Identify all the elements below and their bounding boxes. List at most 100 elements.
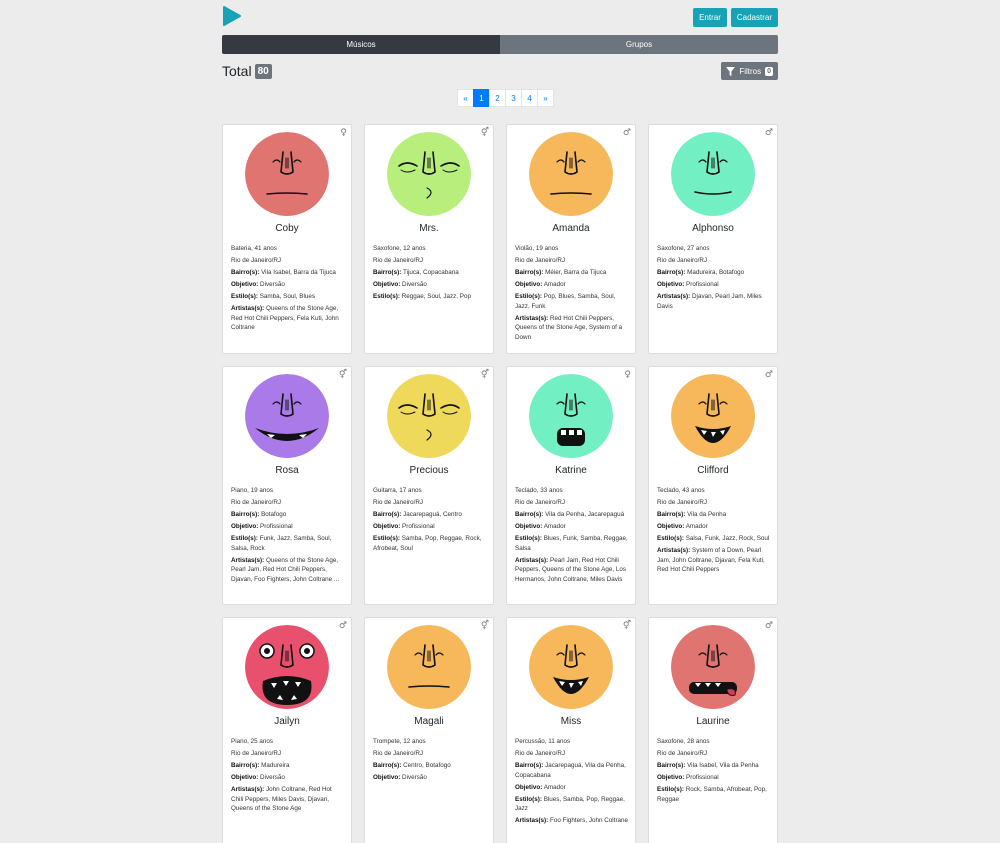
objetivo: Objetivo: Amador (515, 522, 629, 532)
instrument-age: Percussão, 11 anos (515, 738, 571, 745)
estilos-value: Salsa, Funk, Jazz, Rock, Soul (685, 534, 770, 542)
bairros-label: Bairro(s): (515, 510, 544, 518)
musician-name[interactable]: Jailyn (223, 716, 351, 727)
bairros-label: Bairro(s): (515, 268, 544, 276)
page-3[interactable]: 3 (505, 89, 522, 107)
bairros: Bairro(s): Botafogo (231, 510, 345, 520)
musician-name[interactable]: Rosa (223, 465, 351, 476)
tab-groups[interactable]: Grupos (500, 35, 778, 54)
artistas: Artistas(s): Queens of the Stone Age, Pe… (231, 556, 345, 585)
musician-card[interactable]: ♀ Katrine Teclado, 33 anos Rio de Janeiro/R… (506, 366, 636, 605)
artistas-label: Artistas(s): (515, 817, 549, 825)
estilos: Estilo(s): Salsa, Funk, Jazz, Rock, Soul (657, 534, 771, 544)
page-2[interactable]: 2 (489, 89, 506, 107)
page-next[interactable]: » (537, 89, 554, 107)
musician-card[interactable]: ⚥ Magali Trompete, 12 anos Rio de Janeiro/R… (364, 617, 494, 843)
musician-info: Trompete, 12 anos Rio de Janeiro/RJ Bairro… (373, 737, 487, 785)
musician-card[interactable]: ♂ Laurine Saxofone, 28 anos Rio de Janeiro/… (648, 617, 778, 843)
musician-card[interactable]: ⚥ Mrs. Saxofone, 12 anos Rio de Janeiro/RJ B… (364, 124, 494, 354)
total-badge: 80 (254, 63, 272, 79)
avatar[interactable] (245, 625, 329, 709)
filters-button[interactable]: Filtros 0 (721, 62, 778, 80)
avatar[interactable] (245, 374, 329, 458)
artistas: Artistas(s): Queens of the Stone Age, Re… (231, 304, 345, 333)
avatar[interactable] (671, 625, 755, 709)
gender-icon: ♂ (764, 128, 773, 138)
objetivo-value: Amador (543, 783, 566, 791)
objetivo-value: Diversão (260, 773, 285, 781)
pagination: « 1 2 3 4 » (457, 89, 554, 107)
estilos: Estilo(s): Samba, Pop, Reggae, Rock, Afr… (373, 534, 487, 553)
estilos: Estilo(s): Rock, Samba, Afrobeat, Pop, R… (657, 785, 771, 804)
artistas-label: Artistas(s): (657, 292, 691, 300)
musician-name[interactable]: Mrs. (365, 223, 493, 234)
objetivo-value: Profissional (402, 522, 435, 530)
page-4[interactable]: 4 (521, 89, 538, 107)
avatar[interactable] (529, 625, 613, 709)
musician-info: Piano, 19 anos Rio de Janeiro/RJ Bairro(s)… (231, 486, 345, 587)
bairros-label: Bairro(s): (373, 761, 402, 769)
musician-name[interactable]: Amanda (507, 223, 635, 234)
avatar[interactable] (529, 374, 613, 458)
page-prev[interactable]: « (457, 89, 474, 107)
avatar[interactable] (387, 132, 471, 216)
musician-card[interactable]: ⚥ Miss Percussão, 11 anos Rio de Janeiro/RJ… (506, 617, 636, 843)
city: Rio de Janeiro/RJ (231, 749, 282, 757)
musician-card[interactable]: ♂ Clifford Teclado, 43 anos Rio de Janeiro/… (648, 366, 778, 605)
objetivo-value: Amador (685, 522, 708, 530)
musician-card[interactable]: ♀ Coby Bateria, 41 anos Rio de Janeiro/RJ Ba… (222, 124, 352, 354)
musician-name[interactable]: Clifford (649, 465, 777, 476)
artistas: Artistas(s): Red Hot Chili Peppers, Quee… (515, 314, 629, 343)
objetivo-label: Objetivo: (231, 773, 259, 781)
instrument-age: Guitarra, 17 anos (373, 487, 422, 494)
avatar[interactable] (245, 132, 329, 216)
avatar[interactable] (529, 132, 613, 216)
musician-name[interactable]: Magali (365, 716, 493, 727)
signup-button[interactable]: Cadastrar (730, 8, 778, 27)
tab-musicians[interactable]: Músicos (222, 35, 500, 54)
objetivo-label: Objetivo: (657, 773, 685, 781)
avatar[interactable] (671, 132, 755, 216)
bairros: Bairro(s): Jacarepaguá, Centro (373, 510, 487, 520)
play-logo-icon[interactable] (222, 6, 242, 26)
city: Rio de Janeiro/RJ (373, 256, 424, 264)
musician-info: Bateria, 41 anos Rio de Janeiro/RJ Bairro(… (231, 244, 345, 335)
musician-card[interactable]: ♂ Jailyn Piano, 25 anos Rio de Janeiro/RJ Ba… (222, 617, 352, 843)
musician-card[interactable]: ♂ Amanda Violão, 19 anos Rio de Janeiro/RJ B… (506, 124, 636, 354)
instrument-age: Bateria, 41 anos (231, 245, 277, 252)
musician-card[interactable]: ⚥ Precious Guitarra, 17 anos Rio de Janeiro… (364, 366, 494, 605)
bairros-label: Bairro(s): (231, 510, 260, 518)
artistas: Artistas(s): Pearl Jam, Red Hot Chili Pe… (515, 556, 629, 585)
objetivo-value: Profissional (686, 280, 719, 288)
estilos-label: Estilo(s): (515, 534, 542, 542)
gender-icon: ⚥ (622, 621, 631, 631)
avatar[interactable] (671, 374, 755, 458)
filters-label: Filtros (739, 66, 762, 76)
avatar[interactable] (387, 625, 471, 709)
musician-name[interactable]: Coby (223, 223, 351, 234)
total-count: Total 80 (222, 63, 272, 79)
login-button[interactable]: Entrar (693, 8, 727, 27)
musician-name[interactable]: Alphonso (649, 223, 777, 234)
bairros-value: Vila da Penha (687, 510, 727, 518)
bairros: Bairro(s): Madureira (231, 761, 345, 771)
bairros-value: Madureira, Botafogo (687, 268, 745, 276)
musician-name[interactable]: Katrine (507, 465, 635, 476)
musician-name[interactable]: Miss (507, 716, 635, 727)
gender-icon: ⚥ (480, 621, 489, 631)
musician-name[interactable]: Laurine (649, 716, 777, 727)
gender-icon: ♂ (622, 128, 631, 138)
instrument-age: Saxofone, 28 anos (657, 738, 710, 745)
musician-card[interactable]: ♂ Alphonso Saxofone, 27 anos Rio de Janeiro… (648, 124, 778, 354)
instrument-age: Saxofone, 12 anos (373, 245, 426, 252)
avatar[interactable] (387, 374, 471, 458)
objetivo-label: Objetivo: (373, 773, 401, 781)
page-1[interactable]: 1 (473, 89, 490, 107)
objetivo: Objetivo: Amador (515, 280, 629, 290)
artistas: Artistas(s): John Coltrane, Red Hot Chil… (231, 785, 345, 814)
objetivo-label: Objetivo: (231, 522, 259, 530)
objetivo: Objetivo: Profissional (231, 522, 345, 532)
musician-info: Saxofone, 27 anos Rio de Janeiro/RJ Bairro… (657, 244, 771, 314)
musician-card[interactable]: ⚥ Rosa Piano, 19 anos Rio de Janeiro/RJ Bair… (222, 366, 352, 605)
musician-name[interactable]: Precious (365, 465, 493, 476)
